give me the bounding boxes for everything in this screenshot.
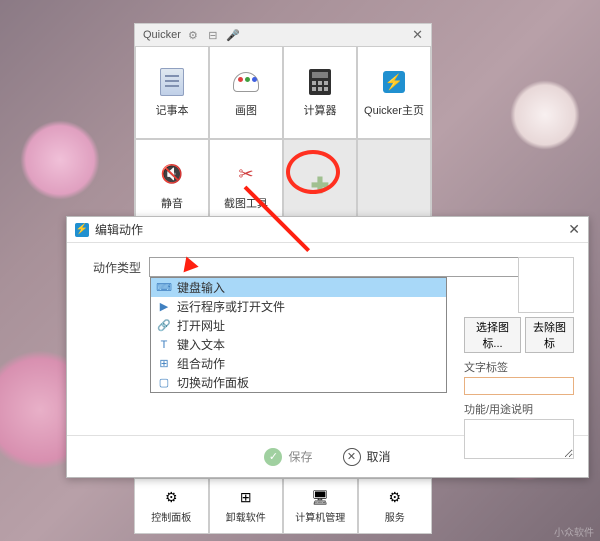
grid-cell-homepage[interactable]: ⚡Quicker主页 bbox=[357, 46, 431, 139]
text-label-caption: 文字标签 bbox=[464, 359, 574, 375]
edit-action-dialog: ⚡ 编辑动作 ✕ 动作类型 ▾ ⌨键盘输入 ▶运行程序或打开文件 🔗打开网址 T… bbox=[66, 216, 589, 478]
eye-icon[interactable]: ⊟ bbox=[207, 29, 219, 41]
bolt-small-icon: ⚡ bbox=[75, 223, 89, 237]
grid-cell-notepad[interactable]: 记事本 bbox=[135, 46, 209, 139]
scissors-icon: ✂ bbox=[233, 162, 259, 188]
uninstall-icon: ⊞ bbox=[237, 488, 255, 506]
bottom-cell-uninstall[interactable]: ⊞卸载软件 bbox=[209, 478, 284, 534]
panel-icon: ▢ bbox=[157, 376, 171, 390]
dialog-close-icon[interactable]: ✕ bbox=[568, 221, 580, 238]
select-icon-button[interactable]: 选择图标... bbox=[464, 317, 521, 353]
plus-icon: ✚ bbox=[311, 173, 329, 199]
dropdown-item-group[interactable]: ⊞组合动作 bbox=[151, 354, 446, 373]
text-label-input[interactable] bbox=[464, 377, 574, 395]
save-button[interactable]: ✓保存 bbox=[264, 448, 312, 466]
dropdown-item-url[interactable]: 🔗打开网址 bbox=[151, 316, 446, 335]
action-grid: 记事本 画图 计算器 ⚡Quicker主页 🔇静音 ✂截图工具 ✚ bbox=[135, 46, 431, 232]
text-icon: T bbox=[157, 338, 171, 352]
keyboard-icon: ⌨ bbox=[157, 281, 171, 295]
cancel-button[interactable]: ✕取消 bbox=[343, 448, 391, 466]
link-icon: 🔗 bbox=[157, 319, 171, 333]
dropdown-item-keyboard[interactable]: ⌨键盘输入 bbox=[151, 278, 446, 297]
watermark: 小众软件 bbox=[554, 524, 594, 539]
notepad-icon bbox=[160, 68, 184, 96]
action-type-dropdown: ⌨键盘输入 ▶运行程序或打开文件 🔗打开网址 T键入文本 ⊞组合动作 ▢切换动作… bbox=[150, 277, 447, 393]
quicker-main-panel: Quicker ⚙ ⊟ 🎤 ✕ 记事本 画图 计算器 ⚡Quicker主页 🔇静… bbox=[134, 23, 432, 233]
computer-icon: 🖥 bbox=[311, 488, 329, 506]
check-icon: ✓ bbox=[264, 448, 282, 466]
mute-icon: 🔇 bbox=[159, 162, 185, 188]
calculator-icon bbox=[309, 69, 331, 95]
services-icon: ⚙ bbox=[386, 488, 404, 506]
bolt-icon: ⚡ bbox=[383, 71, 405, 93]
group-icon: ⊞ bbox=[157, 357, 171, 371]
dropdown-item-text[interactable]: T键入文本 bbox=[151, 335, 446, 354]
bottom-action-row: ⚙控制面板 ⊞卸载软件 🖥计算机管理 ⚙服务 bbox=[134, 478, 432, 534]
bottom-cell-management[interactable]: 🖥计算机管理 bbox=[283, 478, 358, 534]
dialog-title-text: 编辑动作 bbox=[95, 221, 143, 238]
x-icon: ✕ bbox=[343, 448, 361, 466]
dropdown-item-run[interactable]: ▶运行程序或打开文件 bbox=[151, 297, 446, 316]
icon-preview bbox=[518, 257, 574, 313]
paint-icon bbox=[233, 72, 259, 92]
close-icon[interactable]: ✕ bbox=[412, 27, 423, 43]
dialog-titlebar: ⚡ 编辑动作 ✕ bbox=[67, 217, 588, 243]
desc-input[interactable] bbox=[464, 419, 574, 459]
mic-icon[interactable]: 🎤 bbox=[227, 29, 239, 41]
dropdown-item-panel[interactable]: ▢切换动作面板 bbox=[151, 373, 446, 392]
gear-icon[interactable]: ⚙ bbox=[187, 29, 199, 41]
desc-caption: 功能/用途说明 bbox=[464, 401, 574, 417]
quicker-titlebar: Quicker ⚙ ⊟ 🎤 ✕ bbox=[135, 24, 431, 46]
action-type-label: 动作类型 bbox=[81, 259, 141, 276]
app-title: Quicker bbox=[143, 29, 181, 41]
bottom-cell-services[interactable]: ⚙服务 bbox=[358, 478, 433, 534]
icon-config-panel: 选择图标... 去除图标 文字标签 功能/用途说明 bbox=[464, 257, 574, 464]
run-icon: ▶ bbox=[157, 300, 171, 314]
grid-cell-paint[interactable]: 画图 bbox=[209, 46, 283, 139]
bottom-cell-control-panel[interactable]: ⚙控制面板 bbox=[134, 478, 209, 534]
control-panel-icon: ⚙ bbox=[162, 488, 180, 506]
grid-cell-calc[interactable]: 计算器 bbox=[283, 46, 357, 139]
remove-icon-button[interactable]: 去除图标 bbox=[525, 317, 574, 353]
